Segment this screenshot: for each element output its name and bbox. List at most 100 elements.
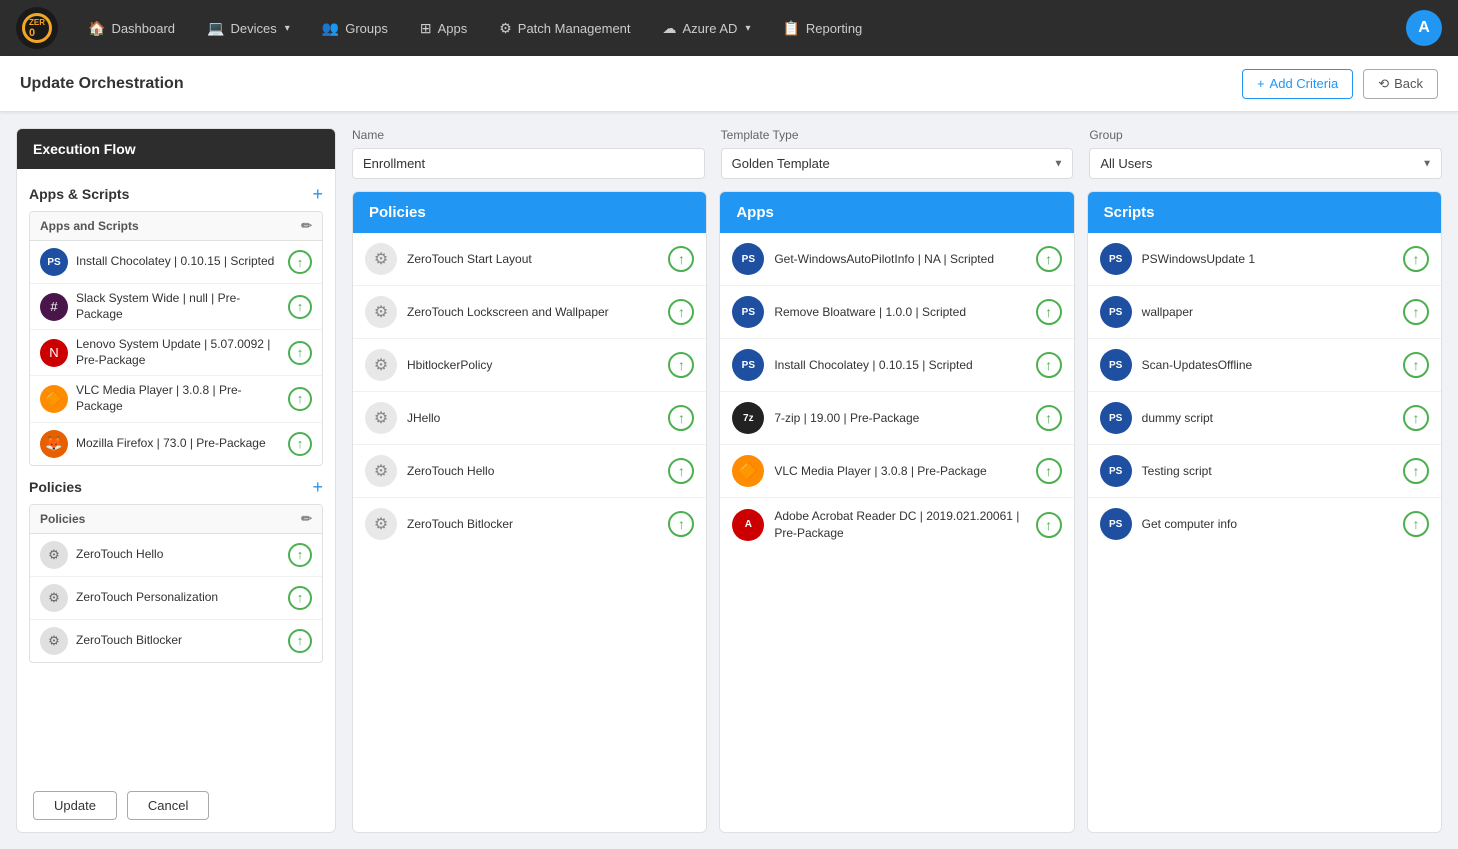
upload-button[interactable]: ↑ — [1403, 511, 1429, 537]
item-label: Get computer info — [1142, 516, 1393, 533]
page-header: Update Orchestration + Add Criteria ⟲ Ba… — [0, 56, 1458, 112]
group-select[interactable]: All Users — [1089, 148, 1442, 179]
upload-button[interactable]: ↑ — [668, 352, 694, 378]
item-label: ZeroTouch Hello — [407, 463, 658, 480]
main-content: Execution Flow Apps & Scripts + Apps and… — [0, 112, 1458, 849]
upload-button[interactable]: ↑ — [288, 432, 312, 456]
nav-dashboard-label: Dashboard — [111, 21, 175, 36]
item-label: HbitlockerPolicy — [407, 357, 658, 374]
cancel-button[interactable]: Cancel — [127, 791, 209, 820]
upload-button[interactable]: ↑ — [288, 295, 312, 319]
nav-reporting[interactable]: 📋 Reporting — [768, 12, 876, 45]
powershell-icon: PS — [1100, 508, 1132, 540]
policy-icon: ⚙ — [40, 584, 68, 612]
item-label: Testing script — [1142, 463, 1393, 480]
item-label: PSWindowsUpdate 1 — [1142, 251, 1393, 268]
scripts-column: Scripts PS PSWindowsUpdate 1 ↑ PS wallpa… — [1087, 191, 1442, 833]
apps-subsection-edit-icon[interactable]: ✏ — [301, 218, 312, 234]
template-type-select[interactable]: Golden Template — [721, 148, 1074, 179]
upload-button[interactable]: ↑ — [288, 341, 312, 365]
list-item: PS Remove Bloatware | 1.0.0 | Scripted ↑ — [720, 286, 1073, 339]
list-item: 🦊 Mozilla Firefox | 73.0 | Pre-Package ↑ — [30, 423, 322, 465]
apps-scripts-section-header: Apps & Scripts + — [29, 185, 323, 203]
group-form-group: Group All Users — [1089, 128, 1442, 179]
upload-button[interactable]: ↑ — [668, 299, 694, 325]
item-label: Slack System Wide | null | Pre-Package — [76, 291, 280, 322]
apps-column-title: Apps — [736, 204, 774, 221]
upload-button[interactable]: ↑ — [288, 586, 312, 610]
upload-button[interactable]: ↑ — [668, 405, 694, 431]
upload-button[interactable]: ↑ — [1403, 458, 1429, 484]
acrobat-icon: A — [732, 509, 764, 541]
scripts-column-body: PS PSWindowsUpdate 1 ↑ PS wallpaper ↑ PS… — [1088, 233, 1441, 832]
upload-button[interactable]: ↑ — [288, 387, 312, 411]
policy-icon: ⚙ — [365, 296, 397, 328]
list-item: ⚙ ZeroTouch Bitlocker ↑ — [353, 498, 706, 550]
powershell-icon: PS — [732, 349, 764, 381]
back-button[interactable]: ⟲ Back — [1363, 69, 1438, 99]
upload-button[interactable]: ↑ — [288, 629, 312, 653]
upload-button[interactable]: ↑ — [1036, 246, 1062, 272]
list-item: PS Install Chocolatey | 0.10.15 | Script… — [720, 339, 1073, 392]
nav-dashboard[interactable]: 🏠 Dashboard — [74, 12, 189, 45]
upload-button[interactable]: ↑ — [1036, 352, 1062, 378]
app-logo[interactable]: ZER0 — [16, 7, 58, 49]
list-item: PS wallpaper ↑ — [1088, 286, 1441, 339]
upload-button[interactable]: ↑ — [668, 246, 694, 272]
list-item: PS Scan-UpdatesOffline ↑ — [1088, 339, 1441, 392]
item-label: wallpaper — [1142, 304, 1393, 321]
upload-button[interactable]: ↑ — [668, 458, 694, 484]
list-item: ⚙ ZeroTouch Hello ↑ — [353, 445, 706, 498]
groups-icon: 👥 — [322, 20, 339, 37]
nav-devices[interactable]: 💻 Devices ▾ — [193, 12, 304, 45]
powershell-icon: PS — [1100, 455, 1132, 487]
group-label: Group — [1089, 128, 1442, 142]
upload-button[interactable]: ↑ — [288, 543, 312, 567]
nav-reporting-label: Reporting — [806, 21, 862, 36]
reporting-icon: 📋 — [782, 20, 799, 37]
upload-button[interactable]: ↑ — [1403, 246, 1429, 272]
add-criteria-button[interactable]: + Add Criteria — [1242, 69, 1353, 99]
nav-patch-management[interactable]: ⚙ Patch Management — [485, 12, 644, 45]
upload-button[interactable]: ↑ — [668, 511, 694, 537]
policies-add-button[interactable]: + — [312, 478, 323, 496]
user-avatar[interactable]: A — [1406, 10, 1442, 46]
upload-button[interactable]: ↑ — [288, 250, 312, 274]
template-type-form-group: Template Type Golden Template — [721, 128, 1074, 179]
novell-icon: N — [40, 339, 68, 367]
upload-button[interactable]: ↑ — [1403, 299, 1429, 325]
vlc-icon: 🔶 — [40, 385, 68, 413]
cancel-label: Cancel — [148, 798, 188, 813]
powershell-icon: PS — [1100, 296, 1132, 328]
item-label: Get-WindowsAutoPilotInfo | NA | Scripted — [774, 251, 1025, 268]
upload-button[interactable]: ↑ — [1403, 352, 1429, 378]
policies-subsection-header: Policies ✏ — [30, 505, 322, 534]
upload-button[interactable]: ↑ — [1036, 405, 1062, 431]
list-item: A Adobe Acrobat Reader DC | 2019.021.200… — [720, 498, 1073, 552]
nav-groups[interactable]: 👥 Groups — [308, 12, 402, 45]
nav-azure-ad[interactable]: ☁ Azure AD ▾ — [649, 12, 765, 45]
apps-scripts-add-button[interactable]: + — [312, 185, 323, 203]
nav-apps[interactable]: ⊞ Apps — [406, 12, 481, 45]
policy-icon: ⚙ — [365, 349, 397, 381]
back-label: Back — [1394, 76, 1423, 91]
apps-column: Apps PS Get-WindowsAutoPilotInfo | NA | … — [719, 191, 1074, 833]
policies-column-header: Policies — [353, 192, 706, 233]
update-button[interactable]: Update — [33, 791, 117, 820]
policies-column-body: ⚙ ZeroTouch Start Layout ↑ ⚙ ZeroTouch L… — [353, 233, 706, 832]
policies-subsection-edit-icon[interactable]: ✏ — [301, 511, 312, 527]
policy-icon: ⚙ — [365, 508, 397, 540]
list-item: ⚙ ZeroTouch Start Layout ↑ — [353, 233, 706, 286]
upload-button[interactable]: ↑ — [1036, 512, 1062, 538]
upload-button[interactable]: ↑ — [1036, 458, 1062, 484]
upload-button[interactable]: ↑ — [1403, 405, 1429, 431]
list-item: PS PSWindowsUpdate 1 ↑ — [1088, 233, 1441, 286]
powershell-icon: PS — [40, 248, 68, 276]
name-input[interactable] — [352, 148, 705, 179]
devices-chevron-icon: ▾ — [285, 23, 290, 34]
powershell-icon: PS — [1100, 349, 1132, 381]
upload-button[interactable]: ↑ — [1036, 299, 1062, 325]
page-title: Update Orchestration — [20, 75, 1242, 93]
list-item: ⚙ ZeroTouch Personalization ↑ — [30, 577, 322, 620]
right-panel: Name Template Type Golden Template Group… — [352, 128, 1442, 833]
